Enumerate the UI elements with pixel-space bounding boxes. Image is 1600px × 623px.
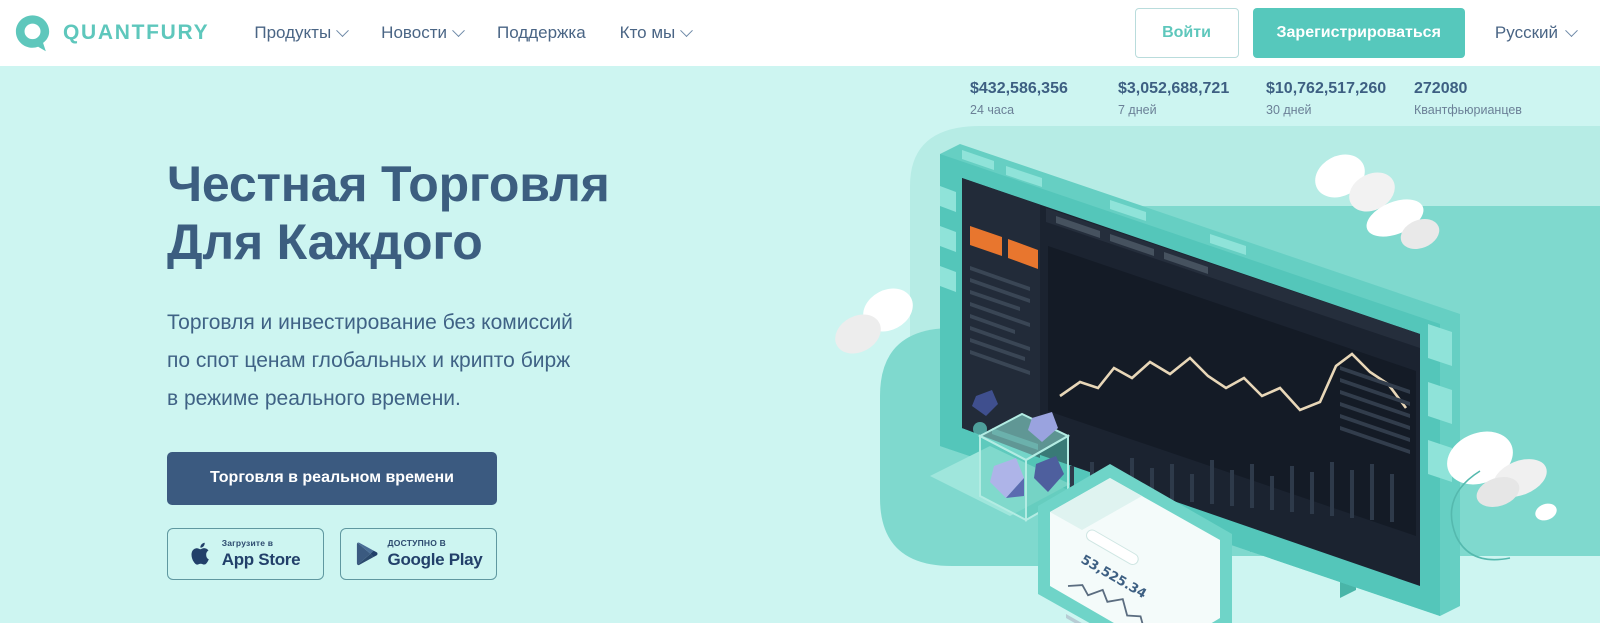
google-play-badge-text: ДОСТУПНО В Google Play [388,539,483,568]
stat-30d: $10,762,517,260 30 дней [1266,80,1414,117]
app-store-badge-text: Загрузите в App Store [222,539,301,568]
page-title-line-1: Честная Торговля [167,156,610,212]
landing-page: QUANTFURY Продукты Новости Поддержка Кто… [0,0,1600,623]
hero-subtitle: Торговля и инвестирование без комиссий п… [167,304,787,419]
google-play-badge-small: ДОСТУПНО В [387,538,446,549]
stat-label: Квантфьюрианцев [1414,103,1522,117]
stat-7d: $3,052,688,721 7 дней [1118,80,1266,117]
nav-item-about-label: Кто мы [619,23,676,42]
nav-item-news-label: Новости [381,23,447,42]
language-selector-label: Русский [1494,23,1558,42]
app-store-badge-small: Загрузите в [221,538,274,549]
stat-value: $10,762,517,260 [1266,80,1387,97]
google-play-icon [356,542,378,565]
language-selector[interactable]: Русский [1494,23,1578,43]
stat-label: 7 дней [1118,103,1157,117]
page-title-line-2: Для Каждого [167,214,483,270]
quantfury-q-icon [15,15,50,52]
nav-item-support[interactable]: Поддержка [497,23,586,43]
stat-value: $432,586,356 [970,80,1068,97]
top-navigation-bar: QUANTFURY Продукты Новости Поддержка Кто… [0,0,1600,66]
chevron-down-icon [452,23,465,37]
realtime-trading-cta-button[interactable]: Торговля в реальном времени [167,451,497,505]
stat-value: $3,052,688,721 [1118,80,1230,97]
stat-24h: $432,586,356 24 часа [970,80,1118,117]
stat-label: 30 дней [1266,103,1312,117]
stat-label: 24 часа [970,103,1015,117]
nav-item-products-label: Продукты [254,23,332,42]
isometric-trading-illustration: 53,525.34 [835,126,1600,623]
nav-links: Продукты Новости Поддержка Кто мы [254,23,694,43]
stat-users: 272080 Квантфьюрианцев [1414,80,1600,117]
chevron-down-icon [336,23,350,37]
volume-stats-bar: $432,586,356 24 часа $3,052,688,721 7 дн… [970,66,1600,128]
apple-icon [191,542,209,565]
stat-value: 272080 [1414,80,1468,97]
hero-subtitle-line-2: по спот ценам глобальных и крипто бирж [167,349,571,373]
brand-name-text: QUANTFURY [63,21,210,44]
hero-text-block: Честная Торговля Для Каждого Торговля и … [167,155,787,580]
nav-item-products[interactable]: Продукты [254,23,350,43]
app-store-badge-big: App Store [221,549,301,569]
hero-subtitle-line-1: Торговля и инвестирование без комиссий [167,311,573,334]
google-play-badge-big: Google Play [387,549,483,569]
app-store-badges: Загрузите в App Store ДОСТУПНО В Google … [167,527,787,580]
app-store-badge[interactable]: Загрузите в App Store [167,527,324,580]
chevron-down-icon [1565,23,1578,37]
nav-item-news[interactable]: Новости [381,23,465,43]
brand-logo[interactable]: QUANTFURY [14,14,209,52]
google-play-badge[interactable]: ДОСТУПНО В Google Play [340,527,497,580]
nav-actions: Войти Зарегистрироваться Русский [1134,8,1591,58]
signup-button[interactable]: Зарегистрироваться [1252,8,1465,58]
hero-subtitle-line-3: в режиме реального времени. [167,387,461,411]
nav-item-support-label: Поддержка [496,23,586,42]
chevron-down-icon [680,23,694,37]
nav-item-about[interactable]: Кто мы [619,23,694,43]
login-button[interactable]: Войти [1134,8,1239,58]
page-title: Честная Торговля Для Каждого [167,155,787,271]
hero-illustration: 53,525.34 [780,66,1600,623]
